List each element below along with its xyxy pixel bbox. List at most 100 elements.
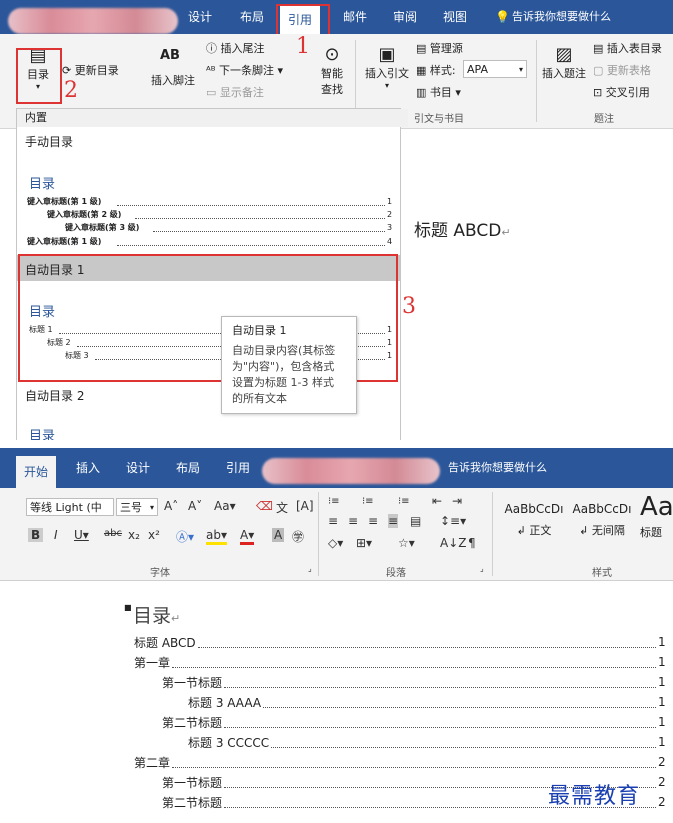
toc-page-number: 1	[658, 715, 666, 729]
dot-leader	[135, 212, 385, 219]
smart-lookup-label-1: 智能	[321, 67, 343, 80]
shading-icon[interactable]: ◇▾	[328, 536, 343, 550]
show-marks-icon[interactable]: ¶	[468, 536, 476, 550]
insert-endnote-button[interactable]: ⓘ 插入尾注	[206, 40, 265, 56]
tell-me-box[interactable]: 告诉我你想要做什么	[448, 448, 547, 488]
toc-entry[interactable]: 第一章 1	[0, 655, 673, 673]
font-name-dropdown[interactable]: 等线 Light (中	[26, 498, 114, 516]
toc-entry[interactable]: 第二章 2	[0, 755, 673, 773]
clear-formatting-icon[interactable]: ⌫	[256, 499, 273, 513]
numbering-icon[interactable]: ⁝≡	[362, 496, 374, 507]
chevron-down-icon: ▾	[149, 503, 154, 512]
style-selector: ▦ 样式:	[416, 62, 456, 78]
show-notes-button[interactable]: ▭ 显示备注	[206, 84, 264, 100]
cross-reference-icon: ⊡	[593, 86, 603, 99]
borders-icon[interactable]: ⊞▾	[356, 536, 372, 550]
smart-lookup-button[interactable]: ⊙ 智能 查找	[317, 44, 347, 97]
toc-entry[interactable]: 第二节标题 1	[0, 715, 673, 733]
toc-page-number: 2	[658, 775, 666, 789]
dot-leader	[172, 657, 656, 668]
style-heading[interactable]: Aa 标题	[640, 492, 673, 540]
toc-entry[interactable]: 标题 3 AAAA 1	[0, 695, 673, 713]
font-size-dropdown[interactable]: 三号 ▾	[116, 498, 158, 516]
grow-font-icon[interactable]: A˄	[164, 499, 178, 513]
tab-home[interactable]: 开始	[16, 456, 57, 488]
manage-sources-button[interactable]: ▤ 管理源	[416, 40, 463, 56]
toc-entry[interactable]: 第一节标题 1	[0, 675, 673, 693]
endnote-icon: ⓘ	[206, 42, 217, 55]
font-color-icon[interactable]: A▾	[240, 528, 255, 545]
subscript-icon[interactable]: x₂	[128, 528, 140, 542]
toc-entry[interactable]: 标题 ABCD 1	[0, 635, 673, 653]
italic-icon[interactable]: I	[54, 528, 58, 542]
insert-caption-button[interactable]: ▨ 插入题注	[540, 44, 588, 81]
tab-design[interactable]: 设计	[188, 0, 212, 34]
bold-icon[interactable]: B	[28, 528, 44, 542]
toc-page-number: 2	[658, 795, 666, 809]
dot-leader	[224, 717, 656, 728]
underline-icon[interactable]: U▾	[74, 528, 89, 542]
strikethrough-icon[interactable]: abc	[104, 528, 122, 539]
character-shading-icon[interactable]: A	[272, 528, 285, 542]
tab-mailings[interactable]: 邮件	[343, 0, 367, 34]
superscript-icon[interactable]: x²	[148, 528, 160, 542]
tab-layout[interactable]: 布局	[240, 0, 264, 34]
group-label-font: 字体	[150, 568, 170, 579]
style-normal[interactable]: AaBbCcDı ↲ 正文	[502, 502, 566, 538]
multilevel-list-icon[interactable]: ⁝≡	[398, 496, 410, 507]
sort-icon[interactable]: A↓Z	[440, 536, 466, 550]
change-case-icon[interactable]: Aa▾	[214, 499, 236, 513]
insert-citation-button[interactable]: ▣ 插入引文 ▾	[364, 44, 410, 90]
text-effects-icon[interactable]: Ⓐ▾	[176, 528, 194, 545]
group-label-citations: 引文与书目	[414, 114, 464, 125]
dialog-launcher-icon[interactable]: ⌟	[480, 564, 484, 573]
line-spacing-icon[interactable]: ↕≡▾	[440, 514, 466, 528]
cross-reference-button[interactable]: ⊡ 交叉引用	[593, 84, 650, 100]
character-border-icon[interactable]: [A]	[296, 499, 314, 513]
insert-table-of-figures-button[interactable]: ▤ 插入表目录	[593, 40, 662, 56]
style-value: APA	[467, 63, 488, 76]
group-label-paragraph: 段落	[386, 568, 406, 579]
next-footnote-button[interactable]: ᴬᴮ 下一条脚注 ▾	[206, 62, 283, 78]
highlight-color-icon[interactable]: ab▾	[206, 528, 227, 545]
distributed-icon[interactable]: ▤	[410, 514, 421, 528]
tab-references[interactable]: 引用	[226, 448, 250, 488]
phonetic-guide-icon[interactable]: 文	[276, 499, 288, 516]
toc-entry[interactable]: 标题 3 CCCCC 1	[0, 735, 673, 753]
tab-insert[interactable]: 插入	[76, 448, 100, 488]
redacted-blur	[8, 8, 178, 34]
insert-footnote-button[interactable]: 插入脚注	[151, 72, 195, 88]
lightbulb-icon: 💡	[495, 10, 510, 24]
asian-layout-icon[interactable]: ☆▾	[398, 536, 415, 550]
manual-toc-line: 键入章标题(第 3 级)	[65, 223, 140, 232]
increase-indent-icon[interactable]: ⇥	[452, 494, 462, 508]
style-no-spacing[interactable]: AaBbCcDı ↲ 无间隔	[570, 502, 634, 538]
shrink-font-icon[interactable]: A˅	[188, 499, 202, 513]
update-table-button[interactable]: ▢ 更新表格	[593, 62, 651, 78]
tab-review[interactable]: 审阅	[393, 0, 417, 34]
manual-toc-line: 键入章标题(第 2 级)	[47, 210, 122, 219]
justify-icon[interactable]: ≡	[388, 514, 399, 528]
tab-layout[interactable]: 布局	[176, 448, 200, 488]
table-of-figures-icon: ▤	[593, 42, 604, 55]
tooltip-auto-toc-1: 自动目录 1 自动目录内容(其标签 为"内容")，包含格式 设置为标题 1-3 …	[221, 316, 357, 414]
tab-design[interactable]: 设计	[126, 448, 150, 488]
tab-view[interactable]: 视图	[443, 0, 467, 34]
bullets-icon[interactable]: ⁝≡	[328, 496, 340, 507]
enclose-characters-icon[interactable]: ㊫	[292, 528, 304, 545]
align-left-icon[interactable]: ≡	[328, 514, 338, 528]
bibliography-button[interactable]: ▥ 书目 ▾	[416, 84, 461, 100]
align-right-icon[interactable]: ≡	[368, 514, 378, 528]
dialog-launcher-icon[interactable]: ⌟	[308, 564, 312, 573]
citation-icon: ▣	[378, 44, 396, 65]
style-dropdown[interactable]: APA ▾	[463, 60, 527, 78]
style-name-text: 无间隔	[591, 524, 625, 537]
decrease-indent-icon[interactable]: ⇤	[432, 494, 442, 508]
manual-toc-option[interactable]: 目录 键入章标题(第 1 级) 1 键入章标题(第 2 级) 2 键入章标题(第…	[17, 149, 400, 253]
style-name-text: 正文	[529, 524, 552, 537]
align-center-icon[interactable]: ≡	[348, 514, 358, 528]
update-toc-button[interactable]: ⟳ 更新目录	[62, 62, 119, 78]
toc-page-number: 1	[658, 655, 666, 669]
annotation-box-toc-button	[16, 48, 62, 104]
tell-me-box[interactable]: 告诉我你想要做什么	[512, 0, 611, 34]
